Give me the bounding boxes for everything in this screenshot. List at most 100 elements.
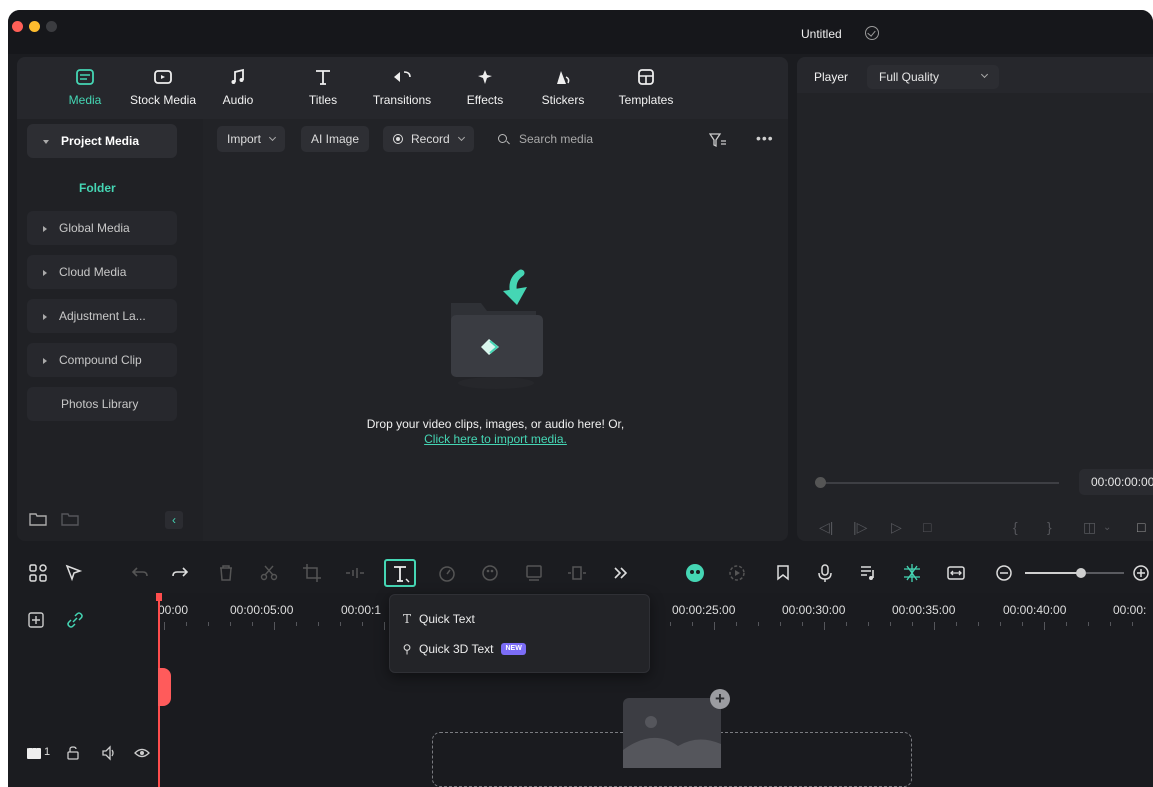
- snapshot-icon[interactable]: ◫: [1083, 519, 1096, 536]
- chevron-right-icon: [43, 313, 47, 320]
- ai-effect-icon[interactable]: [901, 562, 923, 584]
- import-button[interactable]: Import: [217, 126, 286, 152]
- close-window-button[interactable]: [12, 21, 23, 32]
- filter-icon[interactable]: [709, 132, 727, 148]
- player-timecode: 00:00:00:00: [1079, 469, 1153, 495]
- ruler-tick: [340, 622, 341, 626]
- playhead-top[interactable]: [156, 593, 162, 601]
- menu-item-quick-3d-text[interactable]: ⚲ Quick 3D Text NEW: [400, 637, 526, 661]
- record-button[interactable]: Record: [383, 126, 474, 152]
- media-icon: [76, 69, 94, 85]
- display-settings-icon[interactable]: □: [1137, 519, 1145, 535]
- text-tool-button[interactable]: [384, 559, 416, 587]
- freeze-frame-icon[interactable]: [566, 562, 588, 584]
- tab-stickers[interactable]: Stickers: [534, 67, 592, 107]
- mute-track-icon[interactable]: [101, 745, 117, 761]
- microphone-icon[interactable]: [814, 562, 836, 584]
- tab-label: Transitions: [372, 93, 432, 107]
- undo-icon[interactable]: [129, 562, 151, 584]
- search-placeholder: Search media: [519, 132, 594, 146]
- audio-stretch-icon[interactable]: [344, 562, 366, 584]
- zoom-slider-track-remaining[interactable]: [1086, 572, 1124, 574]
- tab-transitions[interactable]: Transitions: [367, 67, 437, 107]
- color-icon[interactable]: [479, 562, 501, 584]
- add-media-plus-icon[interactable]: +: [710, 689, 730, 709]
- crop-icon[interactable]: [301, 562, 323, 584]
- chevron-down-icon[interactable]: ⌄: [1103, 522, 1111, 533]
- quality-select[interactable]: Full Quality: [867, 65, 999, 89]
- chevron-down-icon: [43, 139, 49, 144]
- tab-templates[interactable]: Templates: [613, 67, 679, 107]
- sidebar-item-cloud-media[interactable]: Cloud Media: [27, 255, 177, 289]
- fit-timeline-icon[interactable]: [945, 562, 967, 584]
- marker-icon[interactable]: [772, 562, 794, 584]
- redo-icon[interactable]: [169, 562, 191, 584]
- sidebar-item-compound-clip[interactable]: Compound Clip: [27, 343, 177, 377]
- menu-item-quick-text[interactable]: T Quick Text: [400, 607, 475, 631]
- ruler-tick: [758, 622, 759, 626]
- tab-effects[interactable]: Effects: [460, 67, 510, 107]
- new-folder-icon[interactable]: [29, 511, 47, 527]
- add-track-icon[interactable]: [27, 611, 45, 629]
- chevron-right-icon: [43, 225, 47, 232]
- sidebar-item-photos-library[interactable]: Photos Library: [27, 387, 177, 421]
- next-frame-icon[interactable]: |▷: [853, 519, 867, 536]
- zoom-slider-handle[interactable]: [1076, 568, 1086, 578]
- ai-image-button[interactable]: AI Image: [301, 126, 370, 152]
- import-media-link[interactable]: Click here to import media.: [203, 432, 788, 446]
- sidebar-item-label: Photos Library: [61, 397, 139, 411]
- delete-icon[interactable]: [215, 562, 237, 584]
- collapse-sidebar-button[interactable]: ‹: [165, 511, 183, 529]
- player-header: Player Full Quality: [797, 57, 1153, 93]
- layout-grid-icon[interactable]: [27, 562, 49, 584]
- title-bar: Untitled: [8, 10, 1153, 54]
- new-badge: NEW: [501, 642, 526, 655]
- scrubber-handle[interactable]: [815, 477, 826, 488]
- zoom-in-icon[interactable]: [1130, 562, 1152, 584]
- timeline-area[interactable]: 00:00 00:00:05:00 00:00:1 00:00:25:00 00…: [156, 593, 1153, 787]
- stop-icon[interactable]: □: [923, 519, 931, 535]
- folder-icon[interactable]: [61, 511, 79, 527]
- zoom-slider-track[interactable]: [1025, 572, 1081, 574]
- sidebar-item-folder[interactable]: Folder: [79, 181, 116, 195]
- lock-track-icon[interactable]: [65, 745, 81, 761]
- ruler-tick: [1110, 622, 1111, 626]
- sidebar-item-adjustment-layer[interactable]: Adjustment La...: [27, 299, 177, 333]
- media-drop-area[interactable]: Drop your video clips, images, or audio …: [203, 155, 788, 541]
- zoom-out-icon[interactable]: [993, 562, 1015, 584]
- mark-in-icon[interactable]: {: [1013, 519, 1018, 535]
- eye-icon[interactable]: [134, 745, 150, 761]
- effects-icon: [478, 70, 492, 84]
- tab-stock-media[interactable]: Stock Media: [125, 67, 201, 107]
- record-label: Record: [411, 132, 450, 146]
- minimize-window-button[interactable]: [29, 21, 40, 32]
- previous-frame-icon[interactable]: ◁|: [819, 519, 833, 536]
- tab-audio[interactable]: Audio: [219, 67, 257, 107]
- more-options-icon[interactable]: •••: [756, 130, 774, 146]
- menu-item-label: Quick Text: [419, 612, 475, 626]
- tab-media[interactable]: Media: [57, 67, 113, 107]
- mark-out-icon[interactable]: }: [1047, 519, 1052, 535]
- ruler-tick: [912, 622, 913, 626]
- playhead[interactable]: [156, 593, 171, 787]
- select-tool-icon[interactable]: [63, 562, 85, 584]
- ruler-label: 00:00:30:00: [782, 603, 846, 617]
- more-tools-icon[interactable]: [610, 562, 632, 584]
- audio-mixer-icon[interactable]: [857, 562, 879, 584]
- speed-icon[interactable]: [436, 562, 458, 584]
- search-input[interactable]: Search media: [498, 126, 593, 152]
- ai-copilot-icon[interactable]: [684, 562, 706, 584]
- sidebar-item-global-media[interactable]: Global Media: [27, 211, 177, 245]
- zoom-window-button[interactable]: [46, 21, 57, 32]
- player-scrubber[interactable]: [819, 482, 1059, 484]
- split-icon[interactable]: [258, 562, 280, 584]
- sidebar-item-project-media[interactable]: Project Media: [27, 124, 177, 158]
- 3d-text-icon: ⚲: [402, 642, 412, 656]
- playhead-handle[interactable]: [158, 668, 171, 706]
- player-panel: Player Full Quality 00:00:00:00 ◁| |▷ ▷ …: [797, 57, 1153, 541]
- play-icon[interactable]: ▷: [891, 519, 902, 536]
- ai-frame-icon[interactable]: [523, 562, 545, 584]
- tab-titles[interactable]: Titles: [301, 67, 345, 107]
- link-icon[interactable]: [66, 611, 84, 629]
- render-preview-icon[interactable]: [726, 562, 748, 584]
